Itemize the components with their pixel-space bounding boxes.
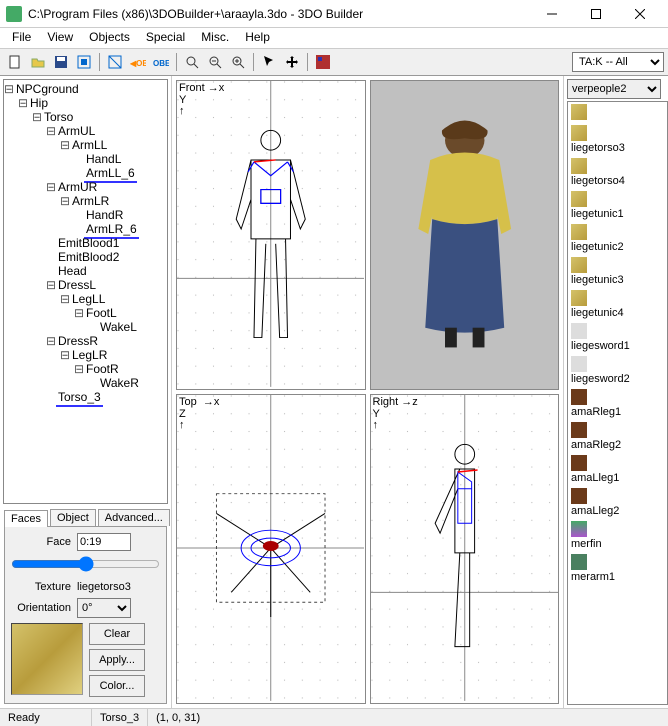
- left-panel: ⊟NPCground⊟Hip⊟Torso⊟ArmUL⊟ArmLL HandL A…: [0, 76, 172, 708]
- face-input[interactable]: [77, 533, 131, 551]
- open-icon[interactable]: [27, 51, 49, 73]
- viewport-front[interactable]: Front →x Y ↑: [176, 80, 366, 390]
- next-object-icon[interactable]: OBE▶: [150, 51, 172, 73]
- tab-faces[interactable]: Faces: [4, 510, 48, 527]
- texture-item[interactable]: liegetorso4: [568, 156, 667, 189]
- menu-view[interactable]: View: [39, 29, 81, 47]
- texture-item[interactable]: liegesword2: [568, 354, 667, 387]
- face-slider[interactable]: [11, 556, 160, 572]
- orientation-select[interactable]: 0°: [77, 598, 131, 618]
- prev-object-icon[interactable]: ◀OBE: [127, 51, 149, 73]
- viewport-top[interactable]: Top →x Z ↑: [176, 394, 366, 704]
- texture-item[interactable]: [568, 102, 667, 123]
- save-icon[interactable]: [50, 51, 72, 73]
- color-button[interactable]: Color...: [89, 675, 145, 697]
- texture-item[interactable]: liegesword1: [568, 321, 667, 354]
- texture-item[interactable]: liegetorso3: [568, 123, 667, 156]
- texture-item[interactable]: amaRleg2: [568, 420, 667, 453]
- texture-label: Texture: [11, 581, 71, 593]
- texture-list[interactable]: liegetorso3liegetorso4liegetunic1liegetu…: [567, 101, 668, 705]
- clear-button[interactable]: Clear: [89, 623, 145, 645]
- svg-text:OBE▶: OBE▶: [153, 59, 169, 68]
- viewport-grid: Front →x Y ↑: [172, 76, 564, 708]
- tree-node-wakel[interactable]: WakeL: [98, 319, 139, 335]
- zoom-out-icon[interactable]: [204, 51, 226, 73]
- texture-item[interactable]: liegetunic3: [568, 255, 667, 288]
- texture-item[interactable]: amaLleg2: [568, 486, 667, 519]
- app-icon: [6, 6, 22, 22]
- zoom-reset-icon[interactable]: [181, 51, 203, 73]
- status-coords: (1, 0, 31): [148, 709, 668, 726]
- tree-node-waker[interactable]: WakeR: [98, 375, 141, 391]
- texture-item[interactable]: merarm1: [568, 552, 667, 585]
- texture-item[interactable]: merfin: [568, 519, 667, 552]
- menu-file[interactable]: File: [4, 29, 39, 47]
- window-title: C:\Program Files (x86)\3DOBuilder+\araay…: [28, 7, 530, 21]
- texture-swatch-icon[interactable]: [312, 51, 334, 73]
- face-label: Face: [11, 536, 71, 548]
- texture-set-dropdown[interactable]: verpeople2: [567, 79, 661, 99]
- orientation-label: Orientation: [11, 602, 71, 614]
- zoom-in-icon[interactable]: [227, 51, 249, 73]
- select-icon[interactable]: [258, 51, 280, 73]
- status-selection: Torso_3: [92, 709, 148, 726]
- grid-toggle-icon[interactable]: [73, 51, 95, 73]
- apply-button[interactable]: Apply...: [89, 649, 145, 671]
- close-button[interactable]: [618, 1, 662, 27]
- hierarchy-tree[interactable]: ⊟NPCground⊟Hip⊟Torso⊟ArmUL⊟ArmLL HandL A…: [3, 79, 168, 504]
- viewport-right[interactable]: Right →z Y ↑: [370, 394, 560, 704]
- texture-item[interactable]: amaRleg1: [568, 387, 667, 420]
- toolbar: ◀OBE OBE▶ TA:K -- All: [0, 48, 668, 76]
- menu-help[interactable]: Help: [237, 29, 278, 47]
- texture-item[interactable]: liegetunic1: [568, 189, 667, 222]
- wireframe-icon[interactable]: [104, 51, 126, 73]
- texture-preview: [11, 623, 83, 695]
- tree-node-torso_3[interactable]: Torso_3: [56, 389, 103, 407]
- new-icon[interactable]: [4, 51, 26, 73]
- texture-item[interactable]: liegetunic2: [568, 222, 667, 255]
- game-dropdown[interactable]: TA:K -- All: [572, 52, 664, 72]
- texture-panel: verpeople2 liegetorso3liegetorso4liegetu…: [564, 76, 668, 708]
- move-icon[interactable]: [281, 51, 303, 73]
- menu-special[interactable]: Special: [138, 29, 193, 47]
- titlebar: C:\Program Files (x86)\3DOBuilder+\araay…: [0, 0, 668, 28]
- minimize-button[interactable]: [530, 1, 574, 27]
- viewport-render[interactable]: [370, 80, 560, 390]
- status-ready: Ready: [0, 709, 92, 726]
- texture-item[interactable]: liegetunic4: [568, 288, 667, 321]
- menu-objects[interactable]: Objects: [81, 29, 138, 47]
- status-bar: Ready Torso_3 (1, 0, 31): [0, 708, 668, 726]
- property-tabs: Faces Object Advanced...: [0, 507, 171, 526]
- menubar: File View Objects Special Misc. Help: [0, 28, 668, 48]
- svg-text:◀OBE: ◀OBE: [130, 59, 146, 68]
- faces-panel: Face Texture liegetorso3 Orientation 0° …: [4, 526, 167, 704]
- texture-value: liegetorso3: [77, 581, 131, 593]
- menu-misc[interactable]: Misc.: [193, 29, 237, 47]
- texture-item[interactable]: amaLleg1: [568, 453, 667, 486]
- tab-advanced[interactable]: Advanced...: [98, 509, 170, 526]
- tab-object[interactable]: Object: [50, 509, 96, 526]
- maximize-button[interactable]: [574, 1, 618, 27]
